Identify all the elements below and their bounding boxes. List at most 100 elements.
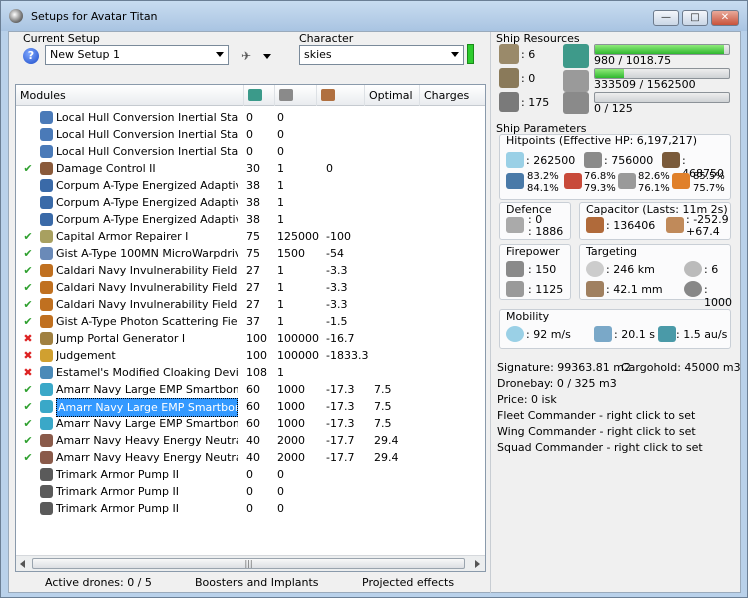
setup-dropdown[interactable]: New Setup 1 [45,45,229,65]
scroll-thumb[interactable]: ||| [32,558,465,569]
table-row[interactable]: ✔ Amarr Navy Heavy Energy Neutralizer 40 20… [16,449,485,466]
table-row[interactable]: ✔ Caldari Navy Invulnerability Field 27 1 -3… [16,296,485,313]
chevron-down-icon [216,52,224,57]
character-status-indicator [467,44,474,64]
powergrid-icon [563,70,589,92]
close-button[interactable]: ✕ [711,10,739,26]
active-check-icon[interactable]: ✔ [22,381,34,398]
kinetic-resist-icon [618,173,636,189]
setup-options-button[interactable]: ✈ [239,46,275,66]
module-name: Trimark Armor Pump II [56,485,179,498]
title-bar[interactable]: Setups for Avatar Titan — □ ✕ [1,1,747,31]
table-row[interactable]: ✔ Amarr Navy Large EMP Smartbomb 60 1000 -17… [16,415,485,432]
powergrid-value: 1000 [277,383,305,396]
status-bar: Active drones: 0 / 5 Boosters and Implan… [15,574,486,592]
table-row[interactable]: ✔ Capital Armor Repairer I 75 125000 -100 [16,228,485,245]
drone-bandwidth-icon [563,92,589,114]
damage-control-icon [40,162,53,175]
powergrid-value: 0 [277,111,284,124]
table-row[interactable]: ✔ Amarr Navy Heavy Energy Neutralizer 40 20… [16,432,485,449]
module-name: Amarr Navy Heavy Energy Neutralizer [56,434,238,447]
help-icon[interactable]: ? [23,48,39,64]
projected-effects-label[interactable]: Projected effects [362,576,454,589]
character-dropdown[interactable]: skies [299,45,464,65]
table-row[interactable]: ✔ Gist A-Type Photon Scattering Field 37 1 -… [16,313,485,330]
cpu-value: 27 [246,264,260,277]
scroll-right-icon[interactable] [475,560,480,568]
column-powergrid[interactable] [275,85,317,106]
table-row[interactable]: Trimark Armor Pump II 0 0 [16,483,485,500]
cpu-value: 0 [246,485,253,498]
powergrid-value: 1 [277,162,284,175]
table-row[interactable]: ✔ Caldari Navy Invulnerability Field 27 1 -3… [16,279,485,296]
offline-x-icon[interactable]: ✖ [22,364,34,381]
table-row[interactable]: Corpum A-Type Energized Adaptive ... 38 1 [16,194,485,211]
launcher-hardpoint-icon [499,68,519,88]
table-row[interactable]: Corpum A-Type Energized Adaptive ... 38 1 [16,177,485,194]
shield-hardener-icon [40,281,53,294]
table-row[interactable]: Local Hull Conversion Inertial Stabili..… [16,143,485,160]
warp-speed-icon [658,326,676,342]
powergrid-value: 1000 [277,400,305,413]
hardener-icon [40,196,53,209]
table-row[interactable]: Local Hull Conversion Inertial Stabili..… [16,109,485,126]
active-drones-label[interactable]: Active drones: 0 / 5 [45,576,152,589]
calibration-icon [499,92,519,112]
powergrid-value: 100000 [277,349,319,362]
table-row[interactable]: ✔ Gist A-Type 100MN MicroWarpdrive 75 1500 -… [16,245,485,262]
active-check-icon[interactable]: ✔ [22,449,34,466]
horizontal-scrollbar[interactable]: ||| [16,555,485,571]
column-modules[interactable]: Modules [16,85,244,106]
active-check-icon[interactable]: ✔ [22,415,34,432]
active-check-icon[interactable]: ✔ [22,296,34,313]
column-charges[interactable]: Charges [420,85,485,106]
table-row[interactable]: Local Hull Conversion Inertial Stabili..… [16,126,485,143]
column-capacitor[interactable] [317,85,365,106]
active-check-icon[interactable]: ✔ [22,313,34,330]
powergrid-value: 2000 [277,434,305,447]
powergrid-value: 1 [277,281,284,294]
active-check-icon[interactable]: ✔ [22,228,34,245]
table-row[interactable]: ✔ Caldari Navy Invulnerability Field 27 1 -3… [16,262,485,279]
ship-price: Price: 0 isk [497,393,557,406]
resist-d1: 85.5% [693,171,725,182]
column-optimal[interactable]: Optimal [365,85,420,106]
cpu-value: 38 [246,196,260,209]
boosters-implants-label[interactable]: Boosters and Implants [195,576,319,589]
capacitor-amount: : 136406 [606,219,656,232]
squad-commander-slot[interactable]: Squad Commander - right click to set [497,441,703,454]
powergrid-bar-fill [595,69,624,78]
table-row[interactable]: Trimark Armor Pump II 0 0 [16,500,485,517]
modules-table[interactable]: Modules Optimal Charges Local Hull Conve… [15,84,486,572]
active-check-icon[interactable]: ✔ [22,432,34,449]
cpu-value: 100 [246,332,267,345]
table-row[interactable]: Trimark Armor Pump II 0 0 [16,466,485,483]
maximize-button[interactable]: □ [682,10,708,26]
active-check-icon[interactable]: ✔ [22,398,34,415]
table-row[interactable]: ✔ Amarr Navy Large EMP Smartbomb 60 1000 -17… [16,398,485,417]
table-row[interactable]: ✖ Estamel's Modified Cloaking Device 108 1 [16,364,485,381]
column-cpu[interactable] [244,85,275,106]
wing-commander-slot[interactable]: Wing Commander - right click to set [497,425,696,438]
minimize-button[interactable]: — [653,10,679,26]
table-row[interactable]: ✔ Damage Control II 30 1 0 [16,160,485,177]
cpu-icon [563,44,589,68]
active-check-icon[interactable]: ✔ [22,245,34,262]
table-row[interactable]: ✖ Judgement 100 100000 -1833.3 [16,347,485,364]
fleet-commander-slot[interactable]: Fleet Commander - right click to set [497,409,695,422]
capacitor-value: -17.3 [326,400,355,413]
table-row[interactable]: ✔ Amarr Navy Large EMP Smartbomb 60 1000 -17… [16,381,485,398]
active-check-icon[interactable]: ✔ [22,279,34,296]
powergrid-value: 1 [277,315,284,328]
capacitor-value: -17.3 [326,383,355,396]
table-row[interactable]: Corpum A-Type Energized Adaptive ... 38 1 [16,211,485,228]
module-name: Local Hull Conversion Inertial Stabili..… [56,111,238,124]
table-row[interactable]: ✖ Jump Portal Generator I 100 100000 -16.7 [16,330,485,347]
active-check-icon[interactable]: ✔ [22,160,34,177]
active-check-icon[interactable]: ✔ [22,262,34,279]
scroll-left-icon[interactable] [20,560,25,568]
turret-slots-value: : 6 [521,48,536,61]
offline-x-icon[interactable]: ✖ [22,347,34,364]
offline-x-icon[interactable]: ✖ [22,330,34,347]
table-header: Modules Optimal Charges [16,85,485,106]
